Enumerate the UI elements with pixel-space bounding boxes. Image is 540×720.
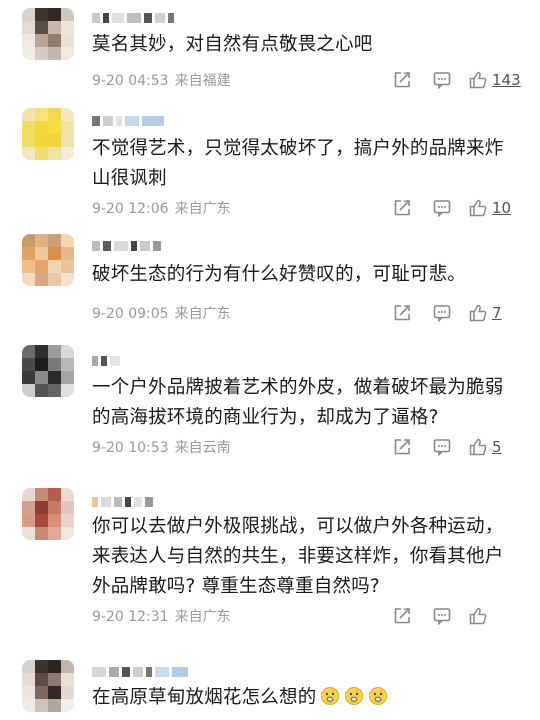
share-icon [394, 608, 410, 624]
comment-actions: 7 [382, 301, 530, 325]
share-icon [394, 200, 410, 216]
share-button[interactable] [382, 435, 422, 459]
avatar[interactable] [22, 660, 74, 712]
comment-meta: 9-20 09:05 来自广东 [92, 303, 231, 323]
comment-icon [433, 439, 451, 457]
username-blurred[interactable] [92, 496, 153, 508]
avatar[interactable] [22, 8, 74, 60]
comment-location: 来自广东 [174, 201, 231, 217]
reply-button[interactable] [422, 301, 462, 325]
reply-button[interactable] [422, 68, 462, 92]
comment-actions: 5 [382, 435, 530, 459]
username-blurred[interactable] [92, 355, 120, 367]
comment-location: 来自广东 [174, 306, 231, 322]
comment-actions: 10 [382, 196, 530, 220]
like-button[interactable]: 7 [468, 301, 530, 325]
comment-actions: 143 [382, 68, 530, 92]
reply-button[interactable] [422, 604, 462, 628]
avatar[interactable] [22, 234, 74, 286]
share-button[interactable] [382, 604, 422, 628]
comment-location: 来自广东 [174, 609, 231, 625]
comment-icon [433, 72, 451, 90]
comment-text: 莫名其妙，对自然有点敬畏之心吧 [92, 34, 373, 55]
comment-text: 在高原草甸放烟花怎么想的 [92, 683, 516, 713]
emoji-icon [368, 686, 388, 706]
share-button[interactable] [382, 301, 422, 325]
like-count: 10 [492, 199, 512, 217]
comment-text: 你可以去做户外极限挑战，可以做户外各种运动，来表达人与自然的共生，非要这样炸，你… [92, 516, 504, 597]
comment-meta: 9-20 04:53 来自福建 [92, 70, 231, 90]
comment-icon [433, 305, 451, 323]
share-button[interactable] [382, 68, 422, 92]
comment-text: 不觉得艺术，只觉得太破坏了，搞户外的品牌来炸山很讽刺 [92, 138, 504, 189]
comment-text: 一个户外品牌披着艺术的外皮，做着破坏最为脆弱的高海拔环境的商业行为，却成为了逼格… [92, 377, 504, 428]
like-count: 143 [492, 71, 521, 89]
avatar[interactable] [22, 108, 74, 160]
comment-time: 9-20 09:05 [92, 306, 169, 322]
avatar[interactable] [22, 345, 74, 397]
comment-time: 9-20 12:31 [92, 609, 169, 625]
username-blurred[interactable] [92, 115, 164, 127]
username-blurred[interactable] [92, 666, 188, 678]
like-button[interactable]: 10 [468, 196, 530, 220]
reply-button[interactable] [422, 435, 462, 459]
comment-icon [433, 608, 451, 626]
comment-time: 9-20 12:06 [92, 201, 169, 217]
like-button[interactable] [468, 604, 530, 628]
like-icon [469, 71, 487, 89]
comment-meta: 9-20 12:31 来自广东 [92, 606, 231, 626]
comment-icon [433, 200, 451, 218]
comment-actions [382, 604, 530, 628]
share-button[interactable] [382, 196, 422, 220]
comment-meta: 9-20 12:06 来自广东 [92, 198, 231, 218]
comment-time: 9-20 10:53 [92, 440, 169, 456]
like-count: 7 [492, 304, 502, 322]
like-button[interactable]: 5 [468, 435, 530, 459]
reply-button[interactable] [422, 196, 462, 220]
comment-time: 9-20 04:53 [92, 73, 169, 89]
avatar[interactable] [22, 488, 74, 540]
share-icon [394, 439, 410, 455]
share-icon [394, 305, 410, 321]
like-icon [469, 607, 487, 625]
comment-meta: 9-20 10:53 来自云南 [92, 437, 231, 457]
like-count: 5 [492, 438, 502, 456]
like-icon [469, 304, 487, 322]
comment-text: 破坏生态的行为有什么好赞叹的，可耻可悲。 [92, 264, 467, 285]
username-blurred[interactable] [92, 240, 161, 252]
like-icon [469, 199, 487, 217]
emoji-icon [344, 686, 364, 706]
emoji-icon [320, 686, 340, 706]
like-button[interactable]: 143 [468, 68, 530, 92]
comment-text-content: 在高原草甸放烟花怎么想的 [92, 687, 317, 708]
comment-location: 来自福建 [174, 73, 231, 89]
comment-location: 来自云南 [174, 440, 231, 456]
username-blurred[interactable] [92, 12, 174, 24]
like-icon [469, 438, 487, 456]
share-icon [394, 72, 410, 88]
